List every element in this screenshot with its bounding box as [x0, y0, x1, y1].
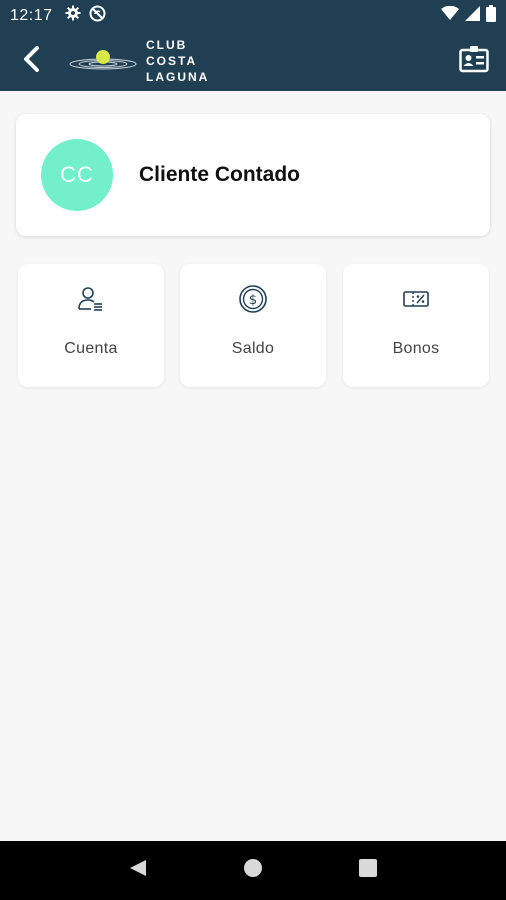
tile-label-saldo: Saldo — [231, 340, 275, 357]
status-bar: 12:17 — [0, 0, 506, 31]
status-right-icons — [441, 4, 496, 27]
tile-bonos[interactable]: Bonos — [343, 264, 489, 387]
coin-icon: $ — [238, 284, 268, 314]
tile-label-bonos: Bonos — [392, 340, 440, 357]
main-content: CC Cliente Contado Cuenta $ Saldo Bonos — [0, 91, 506, 841]
home-circle-icon[interactable] — [243, 858, 263, 883]
back-triangle-icon[interactable] — [128, 858, 148, 883]
tile-cuenta[interactable]: Cuenta — [18, 264, 164, 387]
status-left-icons — [65, 5, 106, 27]
id-card-icon — [459, 45, 489, 78]
voucher-icon — [402, 284, 430, 314]
recents-square-icon[interactable] — [358, 858, 378, 883]
profile-name: Cliente Contado — [139, 163, 300, 186]
chevron-left-icon — [21, 45, 41, 77]
battery-icon — [486, 4, 496, 27]
logo-ball-icon — [68, 44, 138, 79]
club-logo: CLUB COSTA LAGUNA — [68, 37, 209, 85]
svg-text:$: $ — [249, 293, 257, 308]
user-list-icon — [77, 284, 105, 314]
gear-icon — [65, 5, 81, 26]
logo-line-3: LAGUNA — [146, 70, 210, 84]
profile-card[interactable]: CC Cliente Contado — [16, 114, 490, 236]
signal-icon — [465, 5, 480, 26]
no-sync-icon — [89, 5, 106, 27]
logo-line-2: COSTA — [146, 54, 198, 68]
tile-saldo[interactable]: $ Saldo — [180, 264, 326, 387]
wifi-icon — [441, 5, 459, 25]
logo-line-1: CLUB — [146, 38, 188, 52]
status-time: 12:17 — [10, 6, 53, 24]
logo-text: CLUB COSTA LAGUNA — [146, 37, 209, 85]
app-bar: CLUB COSTA LAGUNA — [0, 31, 506, 91]
member-card-button[interactable] — [446, 31, 502, 91]
system-nav-bar — [0, 841, 506, 900]
tile-label-cuenta: Cuenta — [64, 340, 118, 357]
avatar: CC — [41, 139, 113, 211]
back-button[interactable] — [6, 31, 56, 91]
